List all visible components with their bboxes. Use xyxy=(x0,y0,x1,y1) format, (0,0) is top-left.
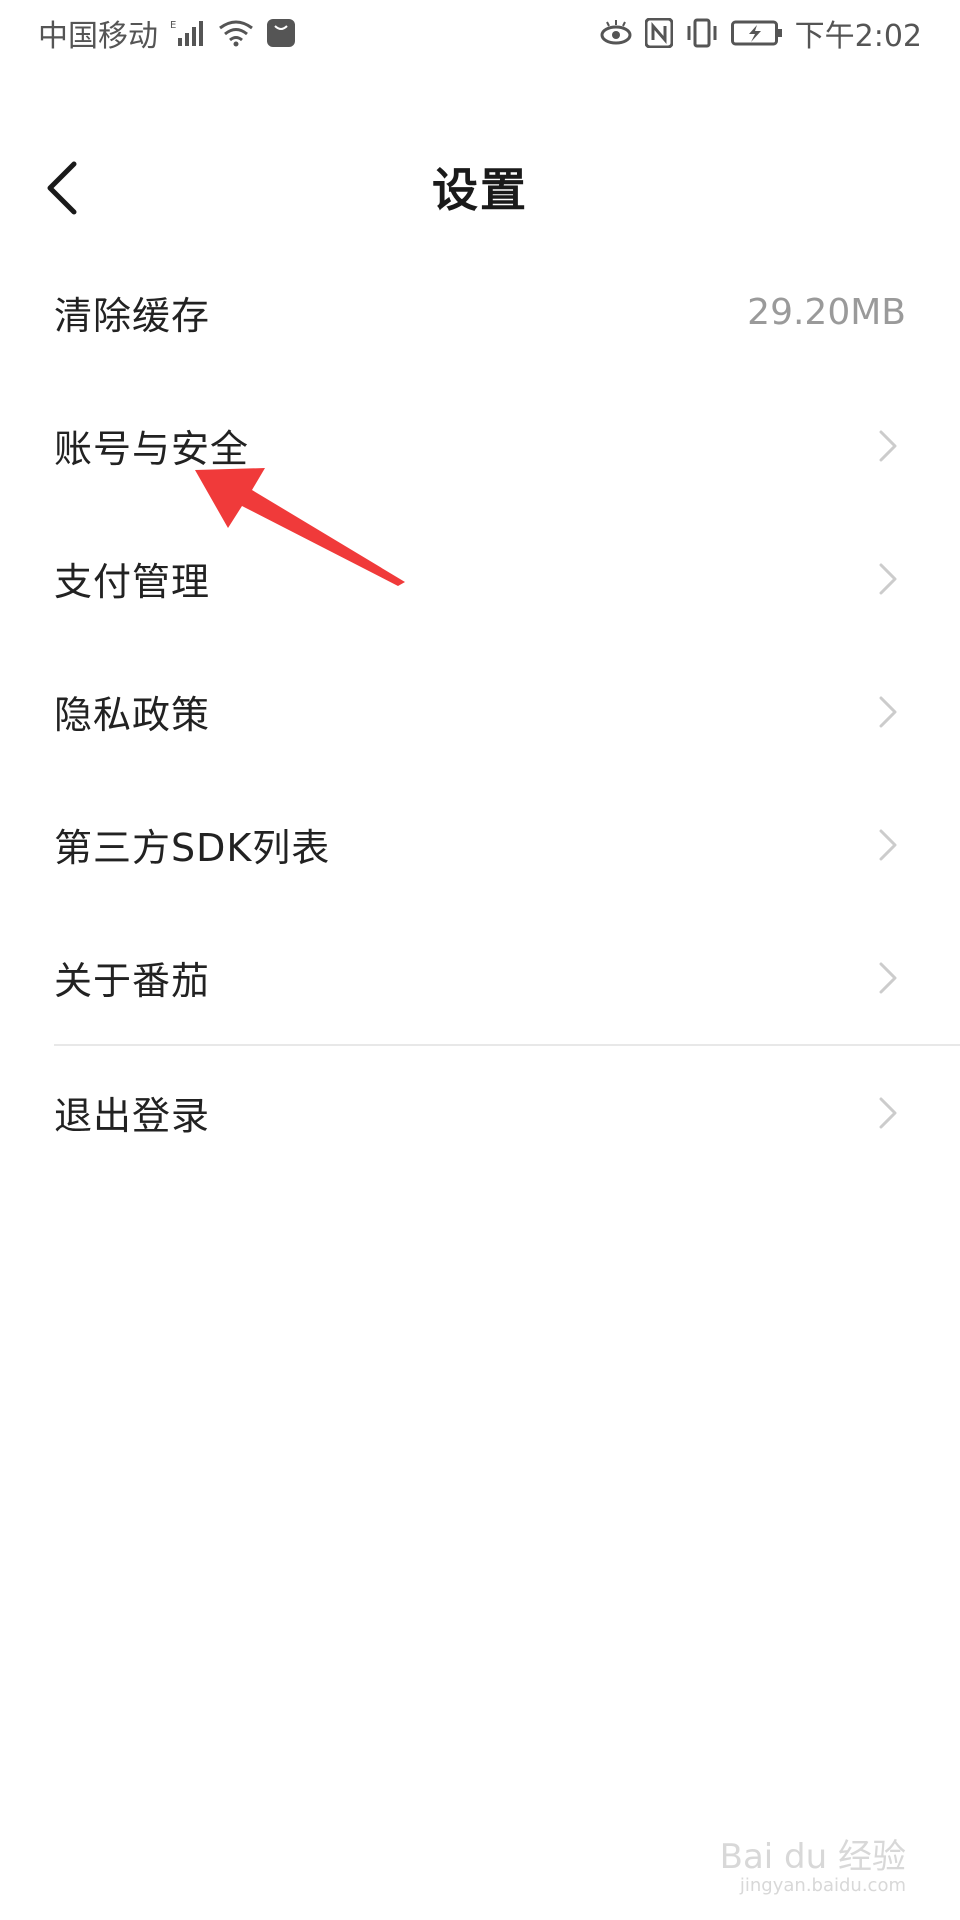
wifi-icon xyxy=(218,18,254,48)
nfc-icon xyxy=(644,18,673,48)
item-label: 支付管理 xyxy=(54,560,211,604)
chevron-right-icon xyxy=(874,958,902,998)
item-label: 清除缓存 xyxy=(54,294,211,338)
settings-item-privacy-policy[interactable]: 隐私政策 xyxy=(0,645,960,778)
cache-size-value: 29.20MB xyxy=(747,292,906,333)
item-label: 账号与安全 xyxy=(54,427,250,471)
eye-comfort-icon xyxy=(599,19,633,47)
settings-item-sdk-list[interactable]: 第三方SDK列表 xyxy=(0,778,960,911)
watermark-url: jingyan.baidu.com xyxy=(739,1875,906,1897)
settings-item-logout[interactable]: 退出登录 xyxy=(0,1046,960,1179)
item-label: 隐私政策 xyxy=(54,693,211,737)
settings-item-about[interactable]: 关于番茄 xyxy=(0,911,960,1044)
settings-list: 清除缓存 29.20MB 账号与安全 支付管理 隐私政策 第三方SDK列表 关于… xyxy=(0,246,960,1179)
app-store-icon xyxy=(266,18,296,48)
chevron-right-icon xyxy=(874,825,902,865)
battery-icon xyxy=(730,19,783,47)
carrier-name: 中国移动 xyxy=(38,19,158,54)
page-title: 设置 xyxy=(432,163,528,217)
signal-icon: E xyxy=(170,18,206,48)
item-label: 关于番茄 xyxy=(54,959,211,1003)
status-time: 下午2:02 xyxy=(794,19,922,54)
settings-item-payment[interactable]: 支付管理 xyxy=(0,512,960,645)
settings-item-account-security[interactable]: 账号与安全 xyxy=(0,379,960,512)
chevron-right-icon xyxy=(874,1093,902,1133)
vibrate-icon xyxy=(685,18,719,48)
page-header: 设置 xyxy=(0,136,960,246)
chevron-right-icon xyxy=(874,692,902,732)
svg-text:E: E xyxy=(170,20,176,31)
status-bar: 中国移动 E 下午2:02 xyxy=(0,0,960,66)
watermark: Bai du 经验 jingyan.baidu.com xyxy=(719,1836,906,1897)
chevron-right-icon xyxy=(874,559,902,599)
status-right: 下午2:02 xyxy=(599,11,922,55)
chevron-right-icon xyxy=(874,426,902,466)
item-label: 退出登录 xyxy=(54,1094,211,1138)
settings-item-clear-cache[interactable]: 清除缓存 29.20MB xyxy=(0,246,960,379)
item-label: 第三方SDK列表 xyxy=(54,826,331,870)
status-left: 中国移动 E xyxy=(38,11,296,55)
watermark-brand: Bai du 经验 xyxy=(719,1836,906,1877)
